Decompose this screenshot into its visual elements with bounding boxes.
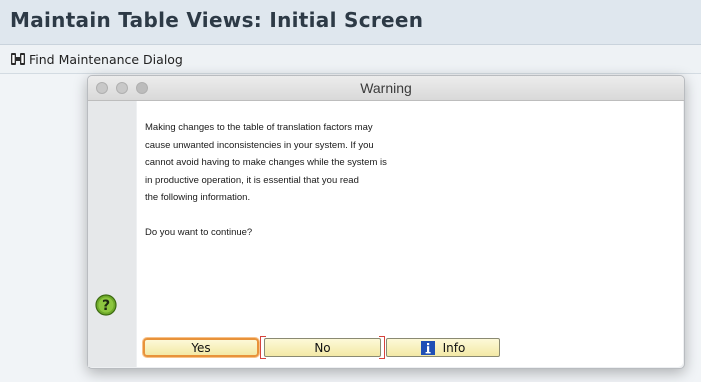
title-bar: Maintain Table Views: Initial Screen <box>0 0 701 45</box>
message-line: cause unwanted inconsistencies in your s… <box>145 139 374 151</box>
dialog-header[interactable]: Warning <box>88 76 684 101</box>
warning-message: Making changes to the table of translati… <box>145 119 445 242</box>
find-maintenance-dialog-button[interactable]: Find Maintenance Dialog <box>10 49 183 69</box>
info-button[interactable]: Info <box>386 338 500 357</box>
page-title: Maintain Table Views: Initial Screen <box>10 8 424 32</box>
svg-text:?: ? <box>102 298 110 314</box>
no-button-label: No <box>314 340 331 355</box>
yes-button-label: Yes <box>191 340 211 355</box>
no-button[interactable]: No <box>260 336 385 359</box>
question-text: Do you want to continue? <box>145 227 253 238</box>
find-maintenance-dialog-label: Find Maintenance Dialog <box>29 51 183 67</box>
message-line: cannot avoid having to make changes whil… <box>145 157 387 168</box>
message-line: Making changes to the table of translati… <box>145 122 373 133</box>
dialog-icon-column: ? <box>88 101 136 367</box>
message-line: in productive operation, it is essential… <box>145 174 359 186</box>
toolbar: Find Maintenance Dialog <box>0 45 701 74</box>
info-icon <box>420 340 435 355</box>
yes-button[interactable]: Yes <box>143 338 259 357</box>
question-icon: ? <box>95 294 117 316</box>
warning-dialog: Warning ? Making changes to the table of… <box>87 75 685 369</box>
find-binoculars-icon <box>10 51 26 67</box>
dialog-body: Making changes to the table of translati… <box>137 101 683 367</box>
info-button-label: Info <box>442 340 466 355</box>
dialog-title: Warning <box>360 80 412 96</box>
message-line: the following information. <box>145 192 251 203</box>
